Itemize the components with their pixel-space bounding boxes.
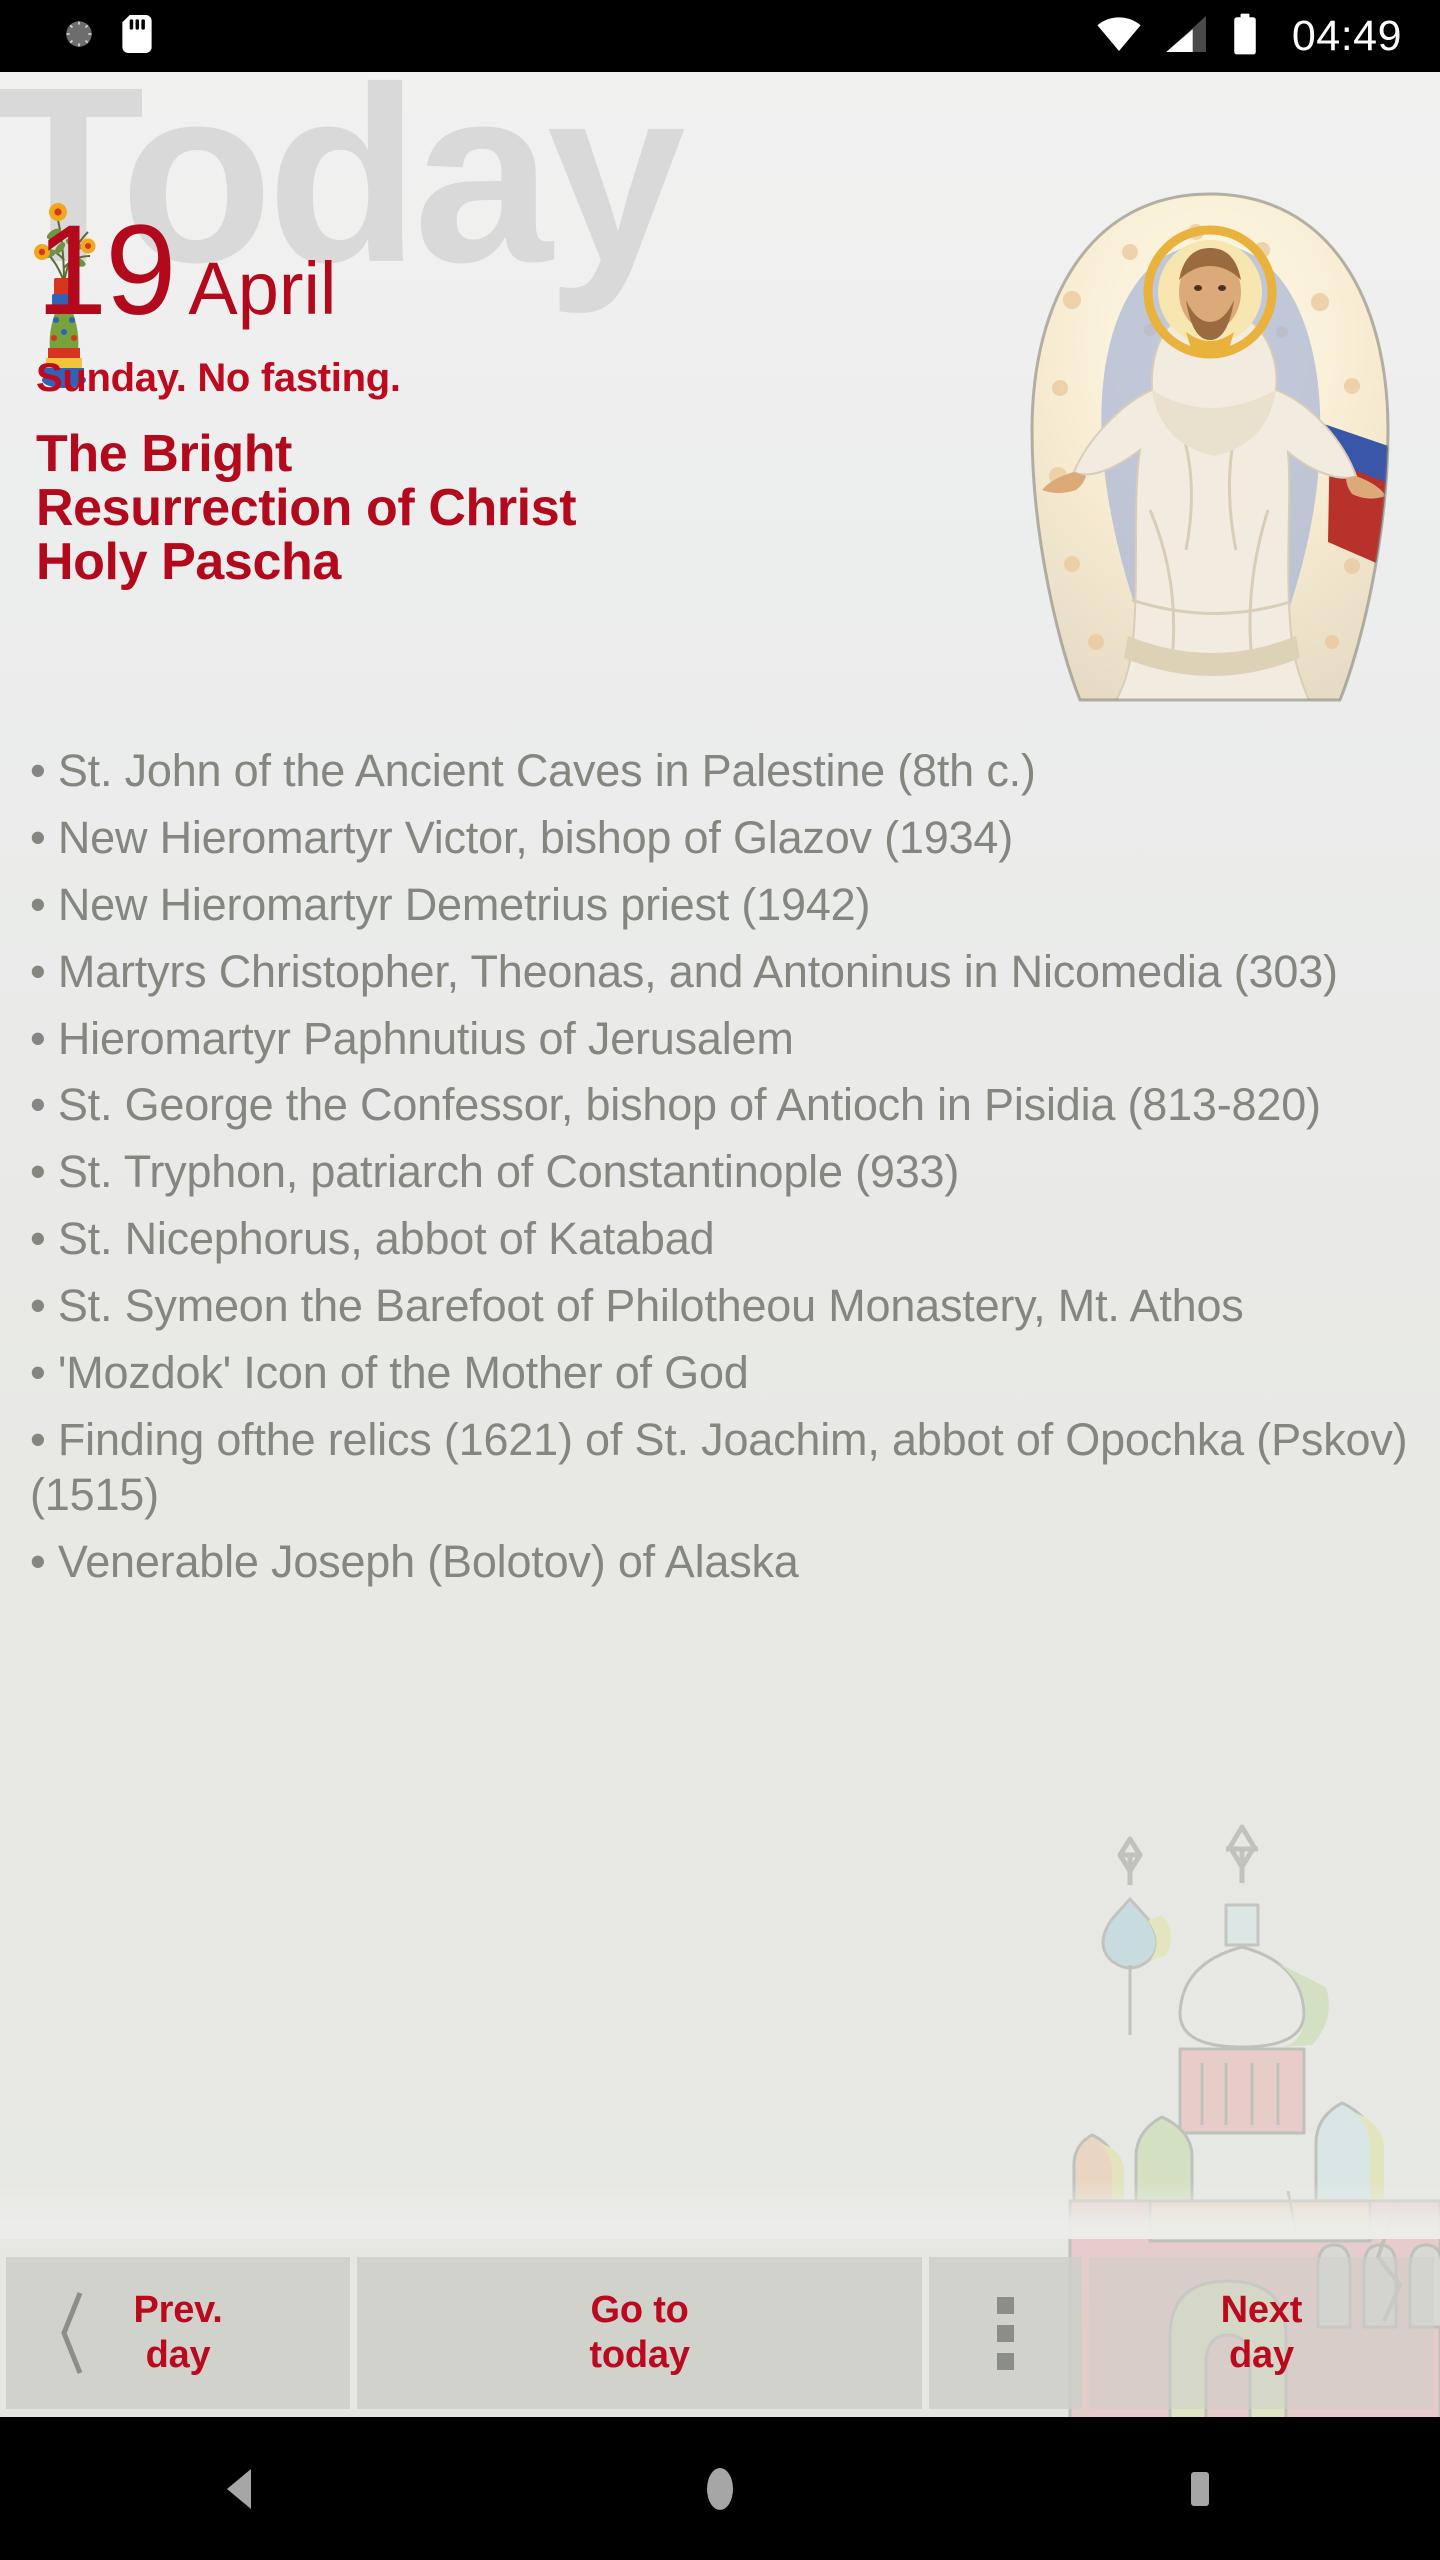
list-item: • St. John of the Ancient Caves in Pales… xyxy=(30,745,1036,796)
list-item: • New Hieromartyr Demetrius priest (1942… xyxy=(30,878,871,930)
phone-screen: 04:49 Today 19 April Sunday. No fasting.… xyxy=(0,0,1440,2560)
overflow-menu-button[interactable] xyxy=(929,2257,1082,2409)
go-to-today-label: Go to today xyxy=(589,2288,690,2378)
prev-day-button[interactable]: Prev. day xyxy=(6,2257,351,2409)
next-day-button[interactable]: Next day xyxy=(1088,2257,1434,2409)
go-to-today-label-line-1: Go to xyxy=(590,2289,689,2332)
resurrection-of-christ-icon xyxy=(1030,192,1390,702)
list-item: • 'Mozdok' Icon of the Mother of God xyxy=(30,1347,749,1399)
alarm-clock-icon xyxy=(62,17,96,56)
prev-day-label-line-2: day xyxy=(145,2334,211,2376)
back-triangle-icon xyxy=(227,2468,251,2509)
list-item: • Hieromartyr Paphnutius of Jerusalem xyxy=(30,1012,794,1064)
app-content: Today 19 April Sunday. No fasting. The B… xyxy=(0,72,1440,2417)
list-item: • Finding ofthe relics (1621) of St. Joa… xyxy=(30,1413,1408,1520)
status-bar-clock: 04:49 xyxy=(1291,11,1402,60)
home-circle-icon xyxy=(707,2467,733,2510)
battery-icon xyxy=(1232,13,1258,60)
feast-title: The Bright Resurrection of Christ Holy P… xyxy=(36,427,936,589)
date-day-number: 19 xyxy=(36,199,176,342)
back-button[interactable] xyxy=(180,2429,300,2549)
chevron-left-icon xyxy=(61,2292,83,2374)
next-day-label: Next day xyxy=(1221,2288,1303,2378)
android-navigation-bar xyxy=(0,2417,1440,2560)
fasting-subtitle: Sunday. No fasting. xyxy=(36,355,401,400)
recents-button[interactable] xyxy=(1140,2429,1260,2549)
list-item: • New Hieromartyr Victor, bishop of Glaz… xyxy=(30,811,1014,863)
kebab-menu-icon xyxy=(996,2296,1014,2370)
feast-title-line-1: The Bright xyxy=(36,424,292,483)
list-item: • St. Tryphon, patriarch of Constantinop… xyxy=(30,1146,960,1198)
list-item: • St. Nicephorus, abbot of Katabad xyxy=(30,1213,715,1265)
list-item: • St. Symeon the Barefoot of Philotheou … xyxy=(30,1280,1244,1332)
cellular-signal-icon xyxy=(1166,15,1208,57)
date-line: 19 April xyxy=(36,199,936,342)
list-item: • Martyrs Christopher, Theonas, and Anto… xyxy=(30,945,1338,997)
wifi-icon xyxy=(1096,16,1142,57)
status-bar-left-icons xyxy=(62,14,152,58)
feast-title-line-3: Holy Pascha xyxy=(36,532,341,591)
day-navigation-bar: Prev. day Go to today Next day xyxy=(0,2257,1440,2409)
next-day-label-line-2: day xyxy=(1229,2334,1294,2376)
go-to-today-label-line-2: today xyxy=(589,2334,690,2376)
saints-list[interactable]: • St. John of the Ancient Caves in Pales… xyxy=(30,744,1430,1602)
header-block: 19 April Sunday. No fasting. The Bright … xyxy=(36,199,936,589)
list-item: • Venerable Joseph (Bolotov) of Alaska xyxy=(30,1535,799,1587)
recents-square-icon xyxy=(1191,2471,1209,2506)
date-month-name: April xyxy=(188,247,337,330)
list-item: • St. George the Confessor, bishop of An… xyxy=(30,1079,1321,1131)
status-bar-right-icons: 04:49 xyxy=(1096,13,1402,60)
status-bar: 04:49 xyxy=(0,0,1440,72)
home-button[interactable] xyxy=(660,2429,780,2549)
sd-card-icon xyxy=(122,14,152,58)
feast-title-line-2: Resurrection of Christ xyxy=(36,478,577,537)
next-day-label-line-1: Next xyxy=(1220,2289,1303,2332)
prev-day-label: Prev. day xyxy=(133,2288,222,2378)
prev-day-label-line-1: Prev. xyxy=(133,2289,223,2332)
go-to-today-button[interactable]: Go to today xyxy=(357,2257,923,2409)
